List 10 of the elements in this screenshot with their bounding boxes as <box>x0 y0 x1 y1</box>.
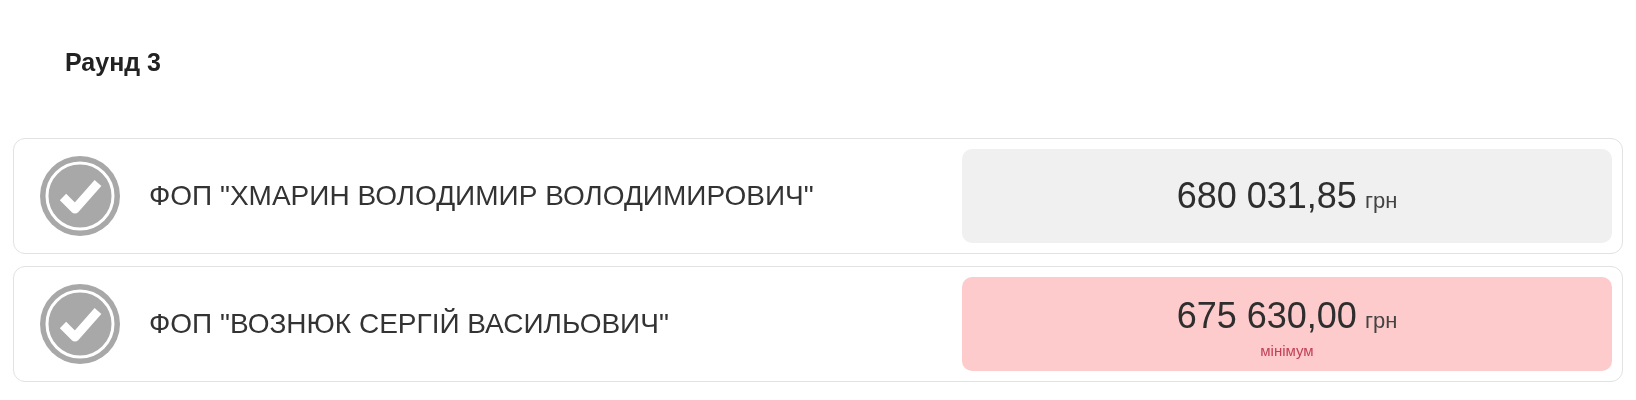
bid-amount: 680 031,85 <box>1176 173 1357 218</box>
round-title: Раунд 3 <box>65 47 161 78</box>
minimum-label: мінімум <box>1260 343 1314 358</box>
currency-label: грн <box>1364 307 1398 335</box>
currency-label: грн <box>1364 186 1398 215</box>
bidder-name: ФОП "ХМАРИН ВОЛОДИМИР ВОЛОДИМИРОВИЧ" <box>149 179 814 211</box>
bidder-name: ФОП "ВОЗНЮК СЕРГІЙ ВАСИЛЬОВИЧ" <box>149 307 669 339</box>
check-icon <box>39 154 121 237</box>
bid-amount: 675 630,00 <box>1176 294 1357 338</box>
check-icon <box>39 282 121 365</box>
